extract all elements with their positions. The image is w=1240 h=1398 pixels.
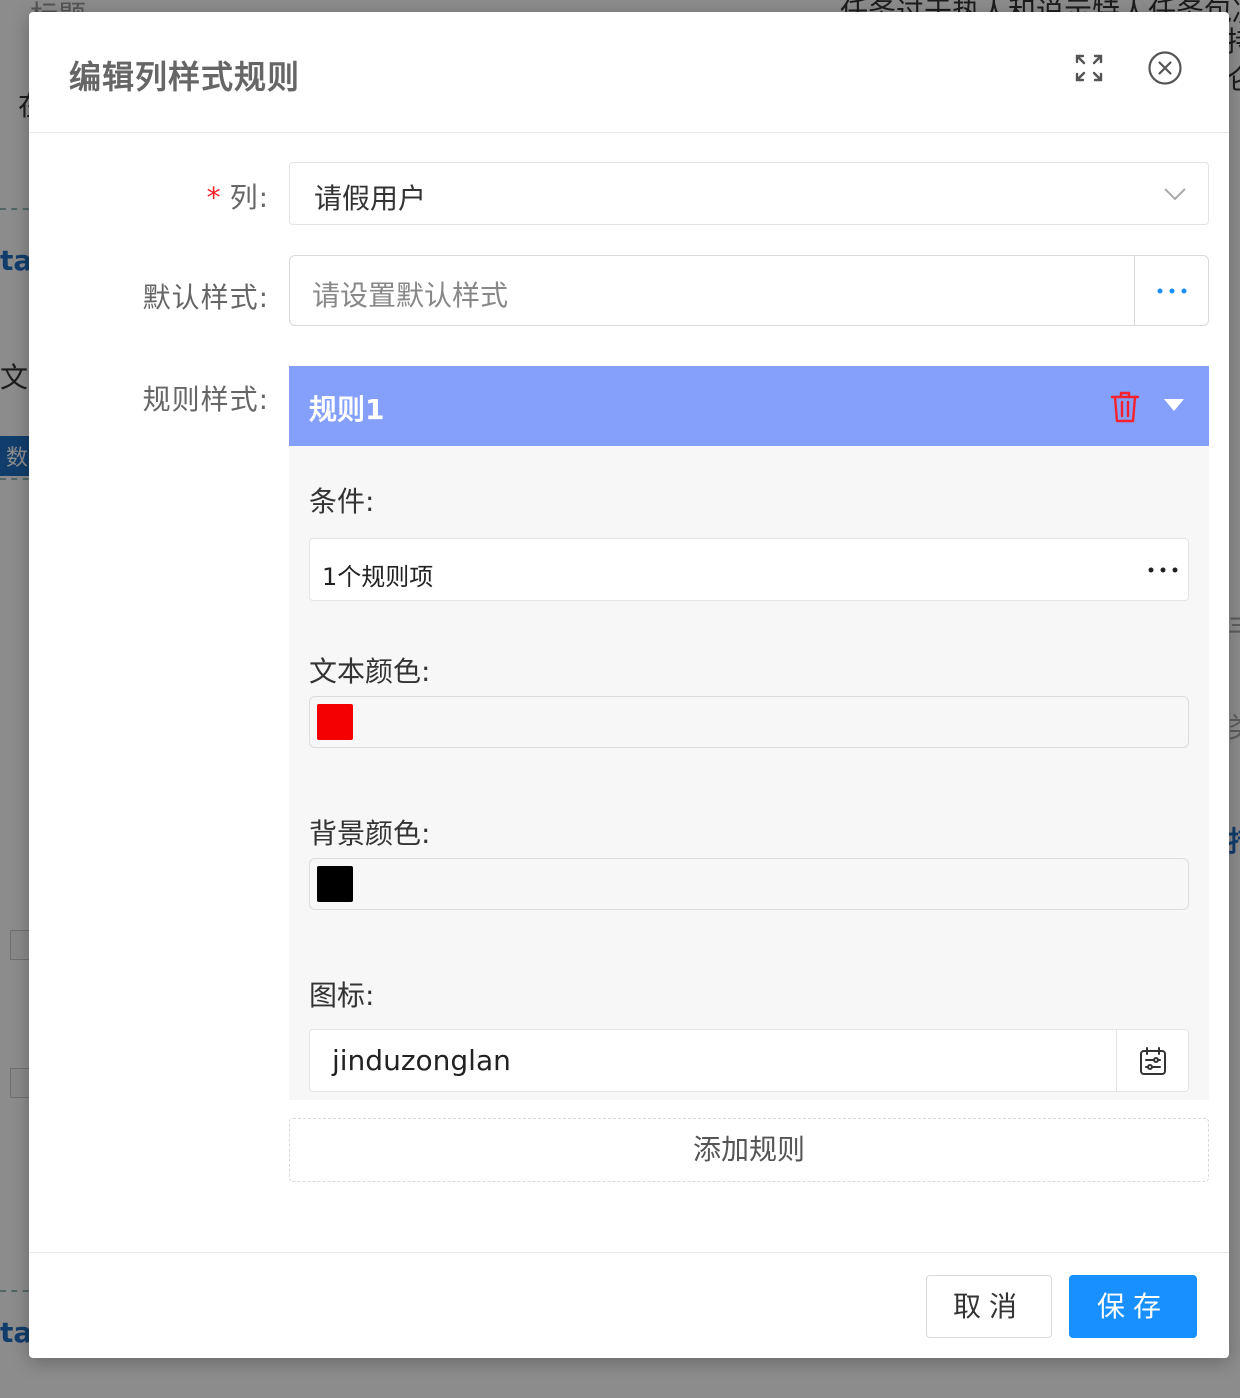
bg-color-swatch[interactable] [317, 866, 353, 902]
ellipsis-icon[interactable] [1148, 567, 1178, 573]
condition-label: 条件: [309, 485, 375, 518]
icon-value: jinduzonglan [332, 1044, 511, 1077]
delete-icon[interactable] [1109, 390, 1141, 424]
rule-style-label: 规则样式: [142, 383, 269, 416]
default-style-label: 默认样式: [142, 281, 269, 314]
icon-picker-button[interactable] [1116, 1030, 1188, 1091]
save-button[interactable]: 保存 [1069, 1275, 1197, 1338]
icon-field[interactable]: jinduzonglan [309, 1029, 1189, 1092]
calendar-settings-icon [1140, 1047, 1166, 1075]
rule-panel-body: 条件: 1个规则项 文本颜色: 背景颜色: 图标: jinduzonglan [289, 446, 1209, 1100]
icon-label: 图标: [309, 979, 375, 1012]
edit-column-style-modal: 编辑列样式规则 * 列: 请假用户 默认样式: 请设置默认样式 规则样式: 规则… [29, 12, 1229, 1358]
condition-value: 1个规则项 [322, 563, 434, 591]
default-style-input[interactable]: 请设置默认样式 [289, 255, 1209, 326]
close-circle-icon[interactable] [1145, 48, 1185, 88]
required-mark: * [206, 181, 222, 214]
bg-color-picker[interactable] [309, 858, 1189, 910]
ellipsis-icon [1157, 288, 1187, 294]
default-style-placeholder: 请设置默认样式 [312, 279, 509, 312]
modal-header: 编辑列样式规则 [29, 12, 1229, 133]
text-color-swatch[interactable] [317, 704, 353, 740]
text-color-picker[interactable] [309, 696, 1189, 748]
modal-footer: 取消 保存 [29, 1252, 1229, 1358]
cancel-button[interactable]: 取消 [926, 1275, 1052, 1338]
modal-title: 编辑列样式规则 [69, 58, 301, 96]
default-style-more-button[interactable] [1134, 256, 1208, 325]
chevron-down-icon [1164, 188, 1186, 201]
condition-field[interactable]: 1个规则项 [309, 538, 1189, 601]
caret-down-icon[interactable] [1163, 398, 1185, 412]
column-label-text: 列: [229, 181, 269, 214]
column-select-value: 请假用户 [314, 182, 427, 215]
column-label: * 列: [29, 176, 269, 216]
add-rule-button[interactable]: 添加规则 [289, 1118, 1209, 1182]
fullscreen-icon[interactable] [1069, 48, 1109, 88]
bg-color-label: 背景颜色: [309, 817, 431, 850]
column-select[interactable]: 请假用户 [289, 162, 1209, 225]
text-color-label: 文本颜色: [309, 655, 431, 688]
rule-title: 规则1 [309, 393, 385, 426]
rule-panel-header[interactable]: 规则1 [289, 366, 1209, 446]
